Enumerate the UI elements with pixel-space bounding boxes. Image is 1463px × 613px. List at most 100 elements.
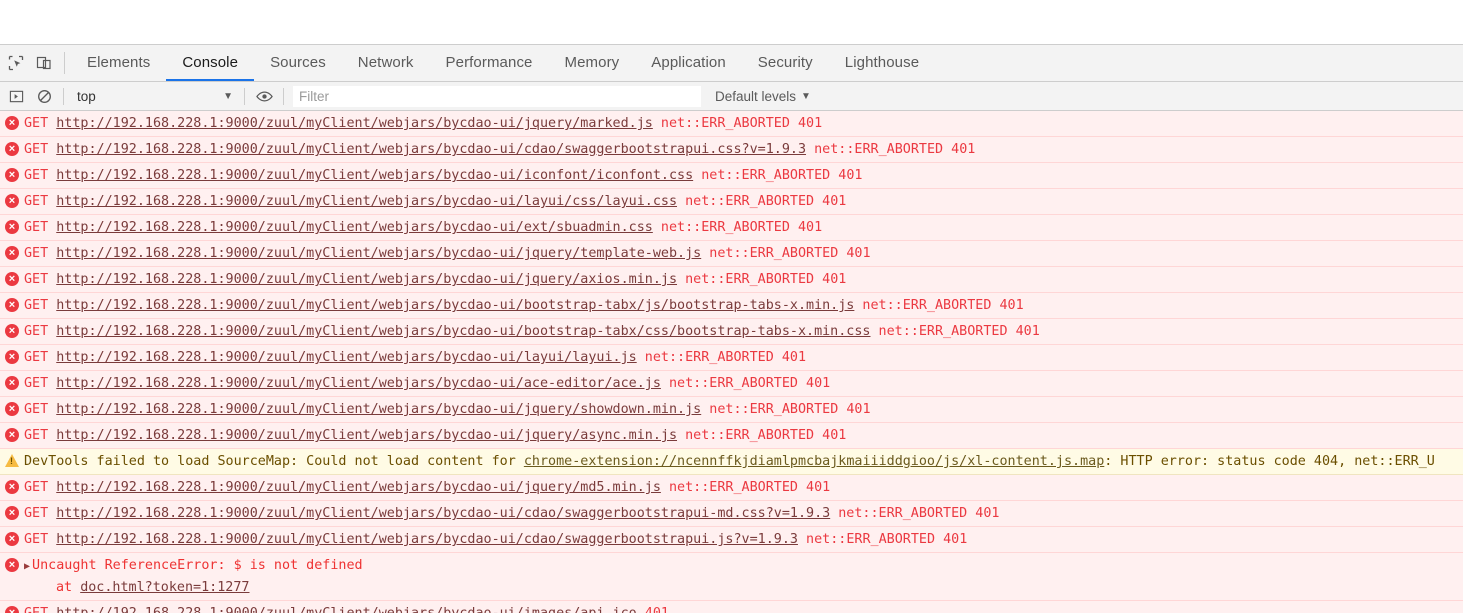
request-method: GET [24, 220, 57, 235]
request-status: net::ERR_ABORTED 401 [806, 142, 976, 157]
execution-context-icon[interactable] [2, 82, 30, 110]
console-message-row[interactable]: ×GET http://192.168.228.1:9000/zuul/myCl… [0, 345, 1463, 371]
tab-memory[interactable]: Memory [549, 45, 636, 81]
console-message-list[interactable]: × GET http://192.168.228.1:9000/zuul/myCl… [0, 111, 1463, 613]
console-message-text: ▶ Uncaught ReferenceError: $ is not defin… [24, 555, 1463, 598]
tab-security[interactable]: Security [742, 45, 829, 81]
request-method: GET [24, 402, 57, 417]
device-toolbar-icon[interactable] [30, 45, 58, 81]
expand-arrow-icon[interactable]: ▶ [24, 556, 30, 577]
error-icon: × [0, 603, 24, 613]
console-message-row[interactable]: ×GET http://192.168.228.1:9000/zuul/myCl… [0, 293, 1463, 319]
request-url-link[interactable]: http://192.168.228.1:9000/zuul/myClient/… [56, 428, 677, 443]
request-status: net::ERR_ABORTED 401 [701, 402, 871, 417]
request-url-link[interactable]: http://192.168.228.1:9000/zuul/myClient/… [56, 298, 854, 313]
console-message-text: GET http://192.168.228.1:9000/zuul/myCli… [24, 347, 1463, 368]
console-message-row[interactable]: × ▶ Uncaught ReferenceError: $ is not defi… [0, 553, 1463, 601]
console-message-row[interactable]: ×GET http://192.168.228.1:9000/zuul/myCl… [0, 475, 1463, 501]
tab-network[interactable]: Network [342, 45, 430, 81]
request-method: GET [24, 194, 57, 209]
tab-sources[interactable]: Sources [254, 45, 342, 81]
console-message-row[interactable]: ×GET http://192.168.228.1:9000/zuul/myCl… [0, 267, 1463, 293]
request-url-link[interactable]: http://192.168.228.1:9000/zuul/myClient/… [56, 350, 636, 365]
console-message-text: DevTools failed to load SourceMap: Could… [24, 451, 1463, 472]
request-status: net::ERR_ABORTED 401 [636, 350, 807, 365]
console-message-row[interactable]: ×GET http://192.168.228.1:9000/zuul/myCl… [0, 423, 1463, 449]
error-icon: × [0, 555, 24, 572]
request-status: net::ERR_ABORTED 401 [660, 376, 831, 391]
request-url-link[interactable]: http://192.168.228.1:9000/zuul/myClient/… [56, 116, 653, 131]
request-status: net::ERR_ABORTED 401 [854, 298, 1024, 313]
console-message-text: GET http://192.168.228.1:9000/zuul/myCli… [24, 603, 1463, 613]
console-filter-input[interactable] [293, 85, 701, 107]
console-message-row[interactable]: ×GET http://192.168.228.1:9000/zuul/myCl… [0, 501, 1463, 527]
error-icon: × [0, 373, 24, 390]
console-message-row[interactable]: ×GET http://192.168.228.1:9000/zuul/myCl… [0, 601, 1463, 613]
console-message-row[interactable]: ×GET http://192.168.228.1:9000/zuul/myCl… [0, 397, 1463, 423]
error-icon: × [0, 139, 24, 156]
request-status: net::ERR_ABORTED 401 [660, 480, 831, 495]
request-url-link[interactable]: http://192.168.228.1:9000/zuul/myClient/… [56, 402, 701, 417]
error-icon: × [0, 321, 24, 338]
console-message-row[interactable]: ×GET http://192.168.228.1:9000/zuul/myCl… [0, 371, 1463, 397]
inspect-element-icon[interactable] [2, 45, 30, 81]
request-method: GET [24, 116, 57, 131]
console-message-row[interactable]: ×GET http://192.168.228.1:9000/zuul/myCl… [0, 111, 1463, 137]
request-status: net::ERR_ABORTED 401 [652, 220, 823, 235]
console-message-row[interactable]: ×GET http://192.168.228.1:9000/zuul/myCl… [0, 189, 1463, 215]
request-url-link[interactable]: http://192.168.228.1:9000/zuul/myClient/… [56, 532, 798, 547]
request-url-link[interactable]: http://192.168.228.1:9000/zuul/myClient/… [56, 272, 677, 287]
tab-console[interactable]: Console [166, 45, 255, 81]
tab-lighthouse[interactable]: Lighthouse [829, 45, 935, 81]
request-url-link[interactable]: http://192.168.228.1:9000/zuul/myClient/… [56, 606, 636, 613]
request-url-link[interactable]: http://192.168.228.1:9000/zuul/myClient/… [56, 142, 806, 157]
console-message-text: GET http://192.168.228.1:9000/zuul/myCli… [24, 243, 1463, 264]
toolbar-divider [64, 52, 65, 74]
live-expression-eye-icon[interactable] [250, 82, 278, 110]
exception-summary: ▶ Uncaught ReferenceError: $ is not defin… [24, 555, 1463, 577]
request-method: GET [24, 606, 56, 613]
stack-frame: at doc.html?token=1:1277 [24, 577, 1463, 598]
request-url-link[interactable]: http://192.168.228.1:9000/zuul/myClient/… [56, 246, 701, 261]
console-message-row[interactable]: ×GET http://192.168.228.1:9000/zuul/myCl… [0, 527, 1463, 553]
tab-application[interactable]: Application [635, 45, 741, 81]
console-message-text: GET http://192.168.228.1:9000/zuul/myCli… [24, 113, 1463, 134]
stack-source-link[interactable]: doc.html?token=1:1277 [80, 580, 249, 595]
request-url-link[interactable]: http://192.168.228.1:9000/zuul/myClient/… [56, 168, 693, 183]
page-content-area [0, 0, 1463, 45]
request-method: GET [24, 272, 57, 287]
console-message-text: GET http://192.168.228.1:9000/zuul/myCli… [24, 425, 1463, 446]
request-url-link[interactable]: http://192.168.228.1:9000/zuul/myClient/… [56, 506, 830, 521]
request-url-link[interactable]: http://192.168.228.1:9000/zuul/myClient/… [56, 324, 870, 339]
warning-icon [0, 451, 24, 467]
chevron-down-icon: ▼ [223, 90, 233, 102]
error-icon: × [0, 191, 24, 208]
log-levels-dropdown[interactable]: Default levels ▼ [715, 89, 811, 104]
console-message-row[interactable]: ×GET http://192.168.228.1:9000/zuul/myCl… [0, 319, 1463, 345]
error-icon: × [0, 529, 24, 546]
error-icon: × [0, 113, 24, 130]
console-message-row[interactable]: ×GET http://192.168.228.1:9000/zuul/myCl… [0, 163, 1463, 189]
request-url-link[interactable]: http://192.168.228.1:9000/zuul/myClient/… [56, 480, 661, 495]
execution-context-select[interactable]: top ▼ [69, 85, 239, 107]
sourcemap-link[interactable]: chrome-extension://ncennffkjdiamlpmcbajk… [524, 454, 1104, 469]
error-icon: × [0, 269, 24, 286]
request-method: GET [24, 350, 57, 365]
request-url-link[interactable]: http://192.168.228.1:9000/zuul/myClient/… [56, 220, 653, 235]
request-url-link[interactable]: http://192.168.228.1:9000/zuul/myClient/… [56, 376, 661, 391]
console-message-row[interactable]: ×GET http://192.168.228.1:9000/zuul/myCl… [0, 215, 1463, 241]
request-status: 401 [637, 606, 669, 613]
warning-prefix: DevTools failed to load SourceMap: Could… [24, 454, 524, 469]
error-icon: × [0, 165, 24, 182]
console-message-text: GET http://192.168.228.1:9000/zuul/myCli… [24, 503, 1463, 524]
tab-elements[interactable]: Elements [71, 45, 166, 81]
clear-console-icon[interactable] [30, 82, 58, 110]
request-method: GET [24, 428, 57, 443]
request-status: net::ERR_ABORTED 401 [797, 532, 968, 547]
console-message-row[interactable]: ×GET http://192.168.228.1:9000/zuul/myCl… [0, 137, 1463, 163]
request-status: net::ERR_ABORTED 401 [677, 428, 847, 443]
console-message-row[interactable]: DevTools failed to load SourceMap: Could… [0, 449, 1463, 475]
request-url-link[interactable]: http://192.168.228.1:9000/zuul/myClient/… [56, 194, 677, 209]
console-message-row[interactable]: ×GET http://192.168.228.1:9000/zuul/myCl… [0, 241, 1463, 267]
tab-performance[interactable]: Performance [430, 45, 549, 81]
